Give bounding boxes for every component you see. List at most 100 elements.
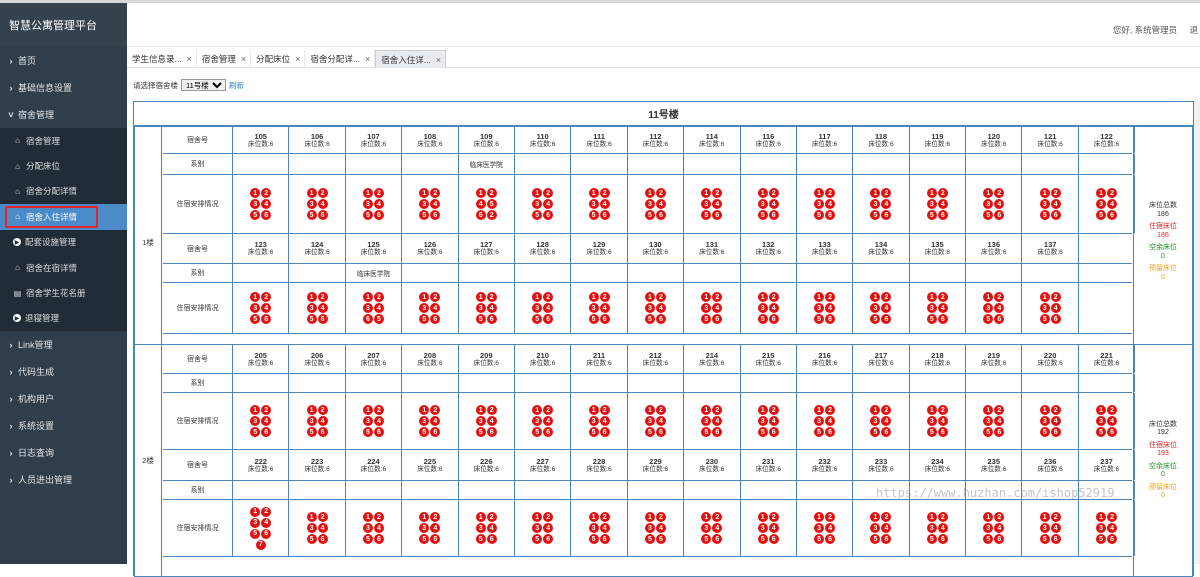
bed-circle[interactable]: 5 [701,534,712,544]
bed-circle[interactable]: 3 [1039,199,1050,209]
room-number[interactable]: 116 [762,132,774,141]
bed-circle[interactable]: 2 [486,512,497,522]
bed-circle[interactable]: 4 [825,303,836,313]
bed-circle[interactable]: 5 [588,314,599,324]
bed-circle[interactable]: 3 [983,199,994,209]
bed-circle[interactable]: 6 [261,210,272,220]
bed-circle[interactable]: 2 [430,292,441,302]
bed-circle[interactable]: 1 [250,405,261,415]
bed-circle[interactable]: 6 [994,314,1005,324]
bed-circle[interactable]: 2 [317,292,328,302]
bed-circle[interactable]: 5 [532,210,543,220]
bed-circle[interactable]: 1 [588,188,599,198]
bed-circle[interactable]: 6 [881,427,892,437]
menu-item[interactable]: › 基础信息设置 [0,74,127,101]
bed-circle[interactable]: 6 [261,427,272,437]
occupancy-cell[interactable]: 123456 [966,283,1023,333]
occupancy-cell[interactable]: 123456 [289,175,346,233]
bed-circle[interactable]: 3 [644,199,655,209]
occupancy-cell[interactable]: 123456 [459,393,515,449]
bed-circle[interactable]: 6 [712,314,723,324]
bed-circle[interactable]: 6 [1050,210,1061,220]
bed-circle[interactable]: 3 [419,199,430,209]
bed-circle[interactable]: 6 [317,534,328,544]
bed-circle[interactable]: 4 [994,416,1005,426]
bed-circle[interactable]: 4 [317,416,328,426]
bed-circle[interactable]: 5 [701,210,712,220]
bed-circle[interactable]: 1 [419,512,430,522]
bed-circle[interactable]: 6 [655,314,666,324]
occupancy-cell[interactable]: 123456 [684,393,741,449]
room-number[interactable]: 133 [818,240,831,249]
occupancy-cell[interactable]: 123456 [402,283,459,333]
room-number[interactable]: 121 [1044,132,1057,141]
bed-circle[interactable]: 6 [1107,534,1118,544]
room-number[interactable]: 111 [593,132,605,141]
bed-circle[interactable]: 3 [588,303,599,313]
bed-circle[interactable]: 3 [532,416,543,426]
bed-circle[interactable]: 2 [712,405,723,415]
bed-circle[interactable]: 7 [255,539,266,550]
bed-circle[interactable]: 2 [430,405,441,415]
bed-circle[interactable]: 6 [881,534,892,544]
bed-circle[interactable]: 4 [317,303,328,313]
bed-circle[interactable]: 4 [881,523,892,533]
bed-circle[interactable]: 5 [757,427,768,437]
room-number[interactable]: 227 [536,457,549,466]
bed-circle[interactable]: 4 [1107,416,1118,426]
bed-circle[interactable]: 2 [373,512,384,522]
bed-circle[interactable]: 2 [373,405,384,415]
occupancy-cell[interactable]: 123456 [1079,393,1136,449]
bed-circle[interactable]: 4 [486,416,497,426]
bed-circle[interactable]: 3 [757,199,768,209]
bed-circle[interactable]: 1 [644,188,655,198]
bed-circle[interactable]: 4 [768,199,779,209]
bed-circle[interactable]: 4 [430,199,441,209]
bed-circle[interactable]: 5 [757,210,768,220]
bed-circle[interactable]: 2 [825,292,836,302]
bed-circle[interactable]: 5 [926,427,937,437]
bed-circle[interactable]: 1 [983,512,994,522]
bed-circle[interactable]: 5 [419,314,430,324]
room-number[interactable]: 209 [480,351,493,360]
bed-circle[interactable]: 1 [644,405,655,415]
bed-circle[interactable]: 2 [825,512,836,522]
bed-circle[interactable]: 2 [599,405,610,415]
bed-circle[interactable]: 2 [373,292,384,302]
bed-circle[interactable]: 3 [475,303,486,313]
bed-circle[interactable]: 4 [261,416,272,426]
sidebar-subitem[interactable]: ⌂ 分配床位 [0,153,127,178]
bed-circle[interactable]: 2 [1107,405,1118,415]
room-number[interactable]: 112 [649,132,661,141]
occupancy-cell[interactable]: 123456 [910,393,967,449]
bed-circle[interactable]: 1 [870,292,881,302]
bed-circle[interactable]: 2 [937,188,948,198]
room-number[interactable]: 223 [311,457,324,466]
bed-circle[interactable]: 3 [926,199,937,209]
bed-circle[interactable]: 3 [926,523,937,533]
bed-circle[interactable]: 4 [486,523,497,533]
bed-circle[interactable]: 3 [870,416,881,426]
room-number[interactable]: 235 [988,457,1001,466]
bed-circle[interactable]: 5 [814,427,825,437]
bed-circle[interactable]: 5 [306,210,317,220]
bed-circle[interactable]: 1 [1039,188,1050,198]
bed-circle[interactable]: 5 [814,534,825,544]
bed-circle[interactable]: 1 [532,405,543,415]
bed-circle[interactable]: 6 [430,534,441,544]
bed-circle[interactable]: 1 [926,512,937,522]
bed-circle[interactable]: 4 [430,523,441,533]
bed-circle[interactable]: 6 [712,427,723,437]
bed-circle[interactable]: 4 [1050,199,1061,209]
close-icon[interactable]: × [187,54,192,64]
close-icon[interactable]: × [436,55,441,65]
bed-circle[interactable]: 3 [870,303,881,313]
bed-circle[interactable]: 5 [306,314,317,324]
bed-circle[interactable]: 4 [994,523,1005,533]
menu-item[interactable]: › 日志查询 [0,439,127,466]
bed-circle[interactable]: 2 [937,512,948,522]
bed-circle[interactable]: 1 [532,188,543,198]
bed-circle[interactable]: 2 [655,405,666,415]
menu-item[interactable]: › Link管理 [0,331,127,358]
occupancy-cell[interactable]: 123456 [966,500,1023,556]
